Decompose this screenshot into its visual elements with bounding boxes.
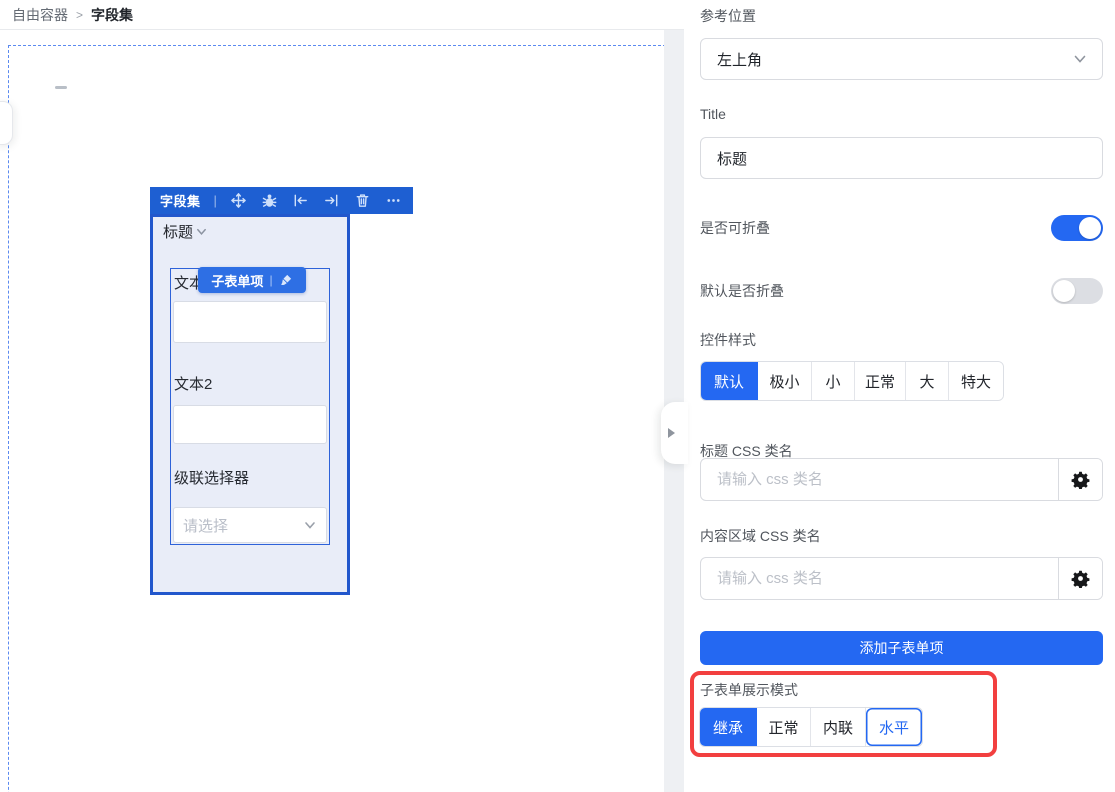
control-style-option[interactable]: 极小 [758, 362, 812, 400]
chevron-down-icon [305, 522, 315, 529]
brush-icon[interactable] [279, 273, 293, 287]
content-css-input[interactable] [701, 558, 1058, 599]
title-css-group [700, 458, 1103, 501]
control-style-option[interactable]: 默认 [701, 362, 758, 400]
component-toolbar: 字段集 | [150, 187, 413, 214]
title-input[interactable] [700, 137, 1103, 179]
collapsible-label: 是否可折叠 [700, 220, 770, 236]
subform-mode-segment: 继承 正常 内联 水平 [699, 707, 923, 747]
chevron-down-icon [197, 228, 206, 235]
fieldset-component[interactable]: 标题 文本 子表单项 | 文本2 级联选择器 请选择 [150, 214, 350, 595]
subform-tag-divider: | [269, 273, 273, 287]
subform-item[interactable]: 文本 子表单项 | 文本2 级联选择器 请选择 [170, 267, 330, 545]
subform-mode-option[interactable]: 内联 [811, 708, 866, 746]
subform-mode-option[interactable]: 正常 [757, 708, 811, 746]
subform-mode-option[interactable]: 水平 [866, 708, 922, 746]
toolbar-divider: | [213, 193, 217, 208]
content-css-group [700, 557, 1103, 600]
move-icon[interactable] [230, 192, 248, 210]
insert-before-icon[interactable] [292, 192, 310, 210]
breadcrumb-current[interactable]: 字段集 [91, 5, 133, 25]
bug-icon[interactable] [261, 192, 279, 210]
control-style-label: 控件样式 [700, 332, 756, 348]
cascader-placeholder: 请选择 [183, 517, 229, 535]
properties-panel: 参考位置 左上角 Title 是否可折叠 默认是否折叠 控件样式 默认 极小 小… [684, 0, 1115, 792]
subform-mode-label: 子表单展示模式 [700, 682, 798, 698]
control-style-option[interactable]: 小 [812, 362, 855, 400]
text-input-field[interactable] [173, 405, 327, 444]
default-collapsed-toggle[interactable] [1051, 278, 1103, 304]
field-label: 文本2 [174, 376, 213, 393]
toggle-knob [1079, 217, 1101, 239]
gear-icon[interactable] [1058, 558, 1102, 599]
left-panel-collapse-handle[interactable] [0, 101, 13, 145]
collapsible-row: 是否可折叠 [700, 214, 1103, 242]
panel-divider [664, 0, 684, 792]
right-panel-collapse-handle[interactable] [661, 402, 688, 464]
collapsible-toggle[interactable] [1051, 215, 1103, 241]
add-subform-item-button[interactable]: 添加子表单项 [700, 631, 1103, 665]
collapse-arrow-icon [668, 428, 675, 438]
canvas: 自由容器 > 字段集 字段集 | 标题 文本 子表单项 | 文本2 级联选择器 … [0, 0, 684, 792]
title-label: Title [700, 106, 726, 122]
insert-after-icon[interactable] [323, 192, 341, 210]
cascader-select[interactable]: 请选择 [173, 507, 327, 543]
toggle-knob [1053, 280, 1075, 302]
empty-element-placeholder [55, 86, 67, 89]
more-icon[interactable] [385, 192, 403, 210]
ref-position-value: 左上角 [717, 51, 763, 69]
breadcrumb: 自由容器 > 字段集 [0, 0, 684, 30]
breadcrumb-separator-icon: > [76, 7, 84, 22]
trash-icon[interactable] [354, 192, 372, 210]
subform-item-tag[interactable]: 子表单项 | [198, 267, 306, 293]
control-style-option[interactable]: 大 [906, 362, 949, 400]
title-css-input[interactable] [701, 459, 1058, 500]
ref-position-select[interactable]: 左上角 [700, 38, 1103, 80]
subform-mode-option[interactable]: 继承 [700, 708, 757, 746]
default-collapsed-row: 默认是否折叠 [700, 277, 1103, 305]
fieldset-title-label: 标题 [163, 224, 194, 241]
gear-icon[interactable] [1058, 459, 1102, 500]
component-toolbar-label: 字段集 [160, 194, 201, 209]
control-style-option[interactable]: 正常 [855, 362, 906, 400]
subform-tag-label: 子表单项 [211, 273, 264, 289]
form-editor: 自由容器 > 字段集 字段集 | 标题 文本 子表单项 | 文本2 级联选择器 … [0, 0, 1115, 792]
fieldset-title[interactable]: 标题 [163, 221, 208, 242]
text-input-field[interactable] [173, 301, 327, 343]
control-style-option[interactable]: 特大 [949, 362, 1003, 400]
default-collapsed-label: 默认是否折叠 [700, 283, 784, 299]
breadcrumb-container[interactable]: 自由容器 [12, 5, 68, 25]
chevron-down-icon [1074, 55, 1086, 63]
ref-position-label: 参考位置 [700, 8, 756, 24]
content-css-label: 内容区域 CSS 类名 [700, 528, 821, 544]
control-style-segment: 默认 极小 小 正常 大 特大 [700, 361, 1004, 401]
field-label: 级联选择器 [174, 470, 250, 487]
